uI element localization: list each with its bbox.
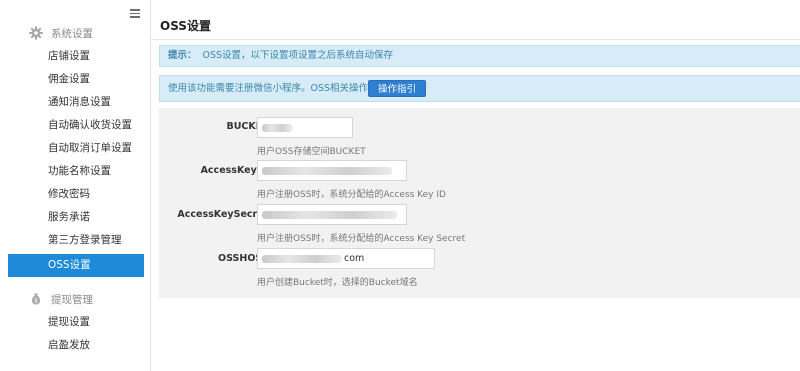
- blurred-value: [262, 123, 292, 132]
- osshost-help: 用户创建Bucket时，选择的Bucket域名: [257, 278, 418, 288]
- page-title: OSS设置: [160, 19, 211, 33]
- access-key-id-input[interactable]: [257, 160, 407, 181]
- guide-text: 使用该功能需要注册微信小程序。OSS相关操作指引。: [168, 83, 397, 94]
- gear-icon: [28, 25, 44, 41]
- sidebar-item-auto-cancel-order[interactable]: 自动取消订单设置: [8, 137, 144, 160]
- operation-guide-button[interactable]: 操作指引: [368, 80, 427, 97]
- sidebar-item-oss-settings[interactable]: OSS设置: [8, 254, 144, 277]
- money-bag-icon: $: [28, 291, 44, 307]
- sidebar-item-service-promise[interactable]: 服务承诺: [8, 206, 144, 229]
- sidebar-group-withdrawal[interactable]: $ 提现管理: [0, 288, 150, 310]
- bucket-input[interactable]: [257, 117, 353, 138]
- sidebar: 系统设置 店铺设置 佣金设置 通知消息设置 自动确认收货设置 自动取消订单设置 …: [0, 0, 150, 371]
- tip-label: 提示：: [168, 50, 197, 61]
- svg-text:$: $: [34, 298, 38, 305]
- access-key-secret-label: AccessKeySecret:: [177, 209, 272, 220]
- blurred-value: [262, 254, 342, 263]
- osshost-label: OSSHOST:: [218, 253, 272, 264]
- tip-alert: 提示： OSS设置，以下设置项设置之后系统自动保存: [159, 45, 800, 67]
- access-key-secret-input[interactable]: [257, 204, 407, 225]
- sidebar-item-change-password[interactable]: 修改密码: [8, 183, 144, 206]
- title-divider: [151, 39, 800, 40]
- sidebar-item-withdrawal-settings[interactable]: 提现设置: [8, 311, 144, 334]
- sidebar-item-shop-settings[interactable]: 店铺设置: [8, 45, 144, 68]
- sidebar-item-notification-settings[interactable]: 通知消息设置: [8, 91, 144, 114]
- access-key-id-help: 用户注册OSS时，系统分配给的Access Key ID: [257, 190, 446, 200]
- sidebar-item-third-party-login[interactable]: 第三方登录管理: [8, 229, 144, 252]
- sidebar-item-commission-settings[interactable]: 佣金设置: [8, 68, 144, 91]
- sidebar-group-system[interactable]: 系统设置: [0, 22, 150, 44]
- oss-settings-form: BUCKET: 用户OSS存储空间BUCKET AccessKeyID: 用户注…: [159, 108, 800, 298]
- blurred-value: [262, 166, 392, 175]
- blurred-value: [262, 210, 397, 219]
- bucket-label: BUCKET:: [226, 121, 272, 132]
- sidebar-item-feature-names[interactable]: 功能名称设置: [8, 160, 144, 183]
- main-content: OSS设置 提示： OSS设置，以下设置项设置之后系统自动保存 使用该功能需要注册…: [150, 0, 800, 371]
- menu-toggle-icon[interactable]: [130, 9, 140, 19]
- sidebar-group-label: 提现管理: [51, 293, 93, 306]
- access-key-id-label: AccessKeyID:: [200, 165, 272, 176]
- sidebar-item-auto-confirm-receipt[interactable]: 自动确认收货设置: [8, 114, 144, 137]
- tip-text: OSS设置，以下设置项设置之后系统自动保存: [202, 50, 394, 61]
- sidebar-group-label: 系统设置: [51, 27, 93, 40]
- guide-alert: 使用该功能需要注册微信小程序。OSS相关操作指引。 操作指引: [159, 75, 800, 102]
- osshost-input[interactable]: com: [257, 248, 435, 269]
- access-key-secret-help: 用户注册OSS时，系统分配给的Access Key Secret: [257, 234, 466, 244]
- bucket-help: 用户OSS存储空间BUCKET: [257, 147, 366, 157]
- sidebar-item-qiying-payout[interactable]: 启盈发放: [8, 334, 144, 357]
